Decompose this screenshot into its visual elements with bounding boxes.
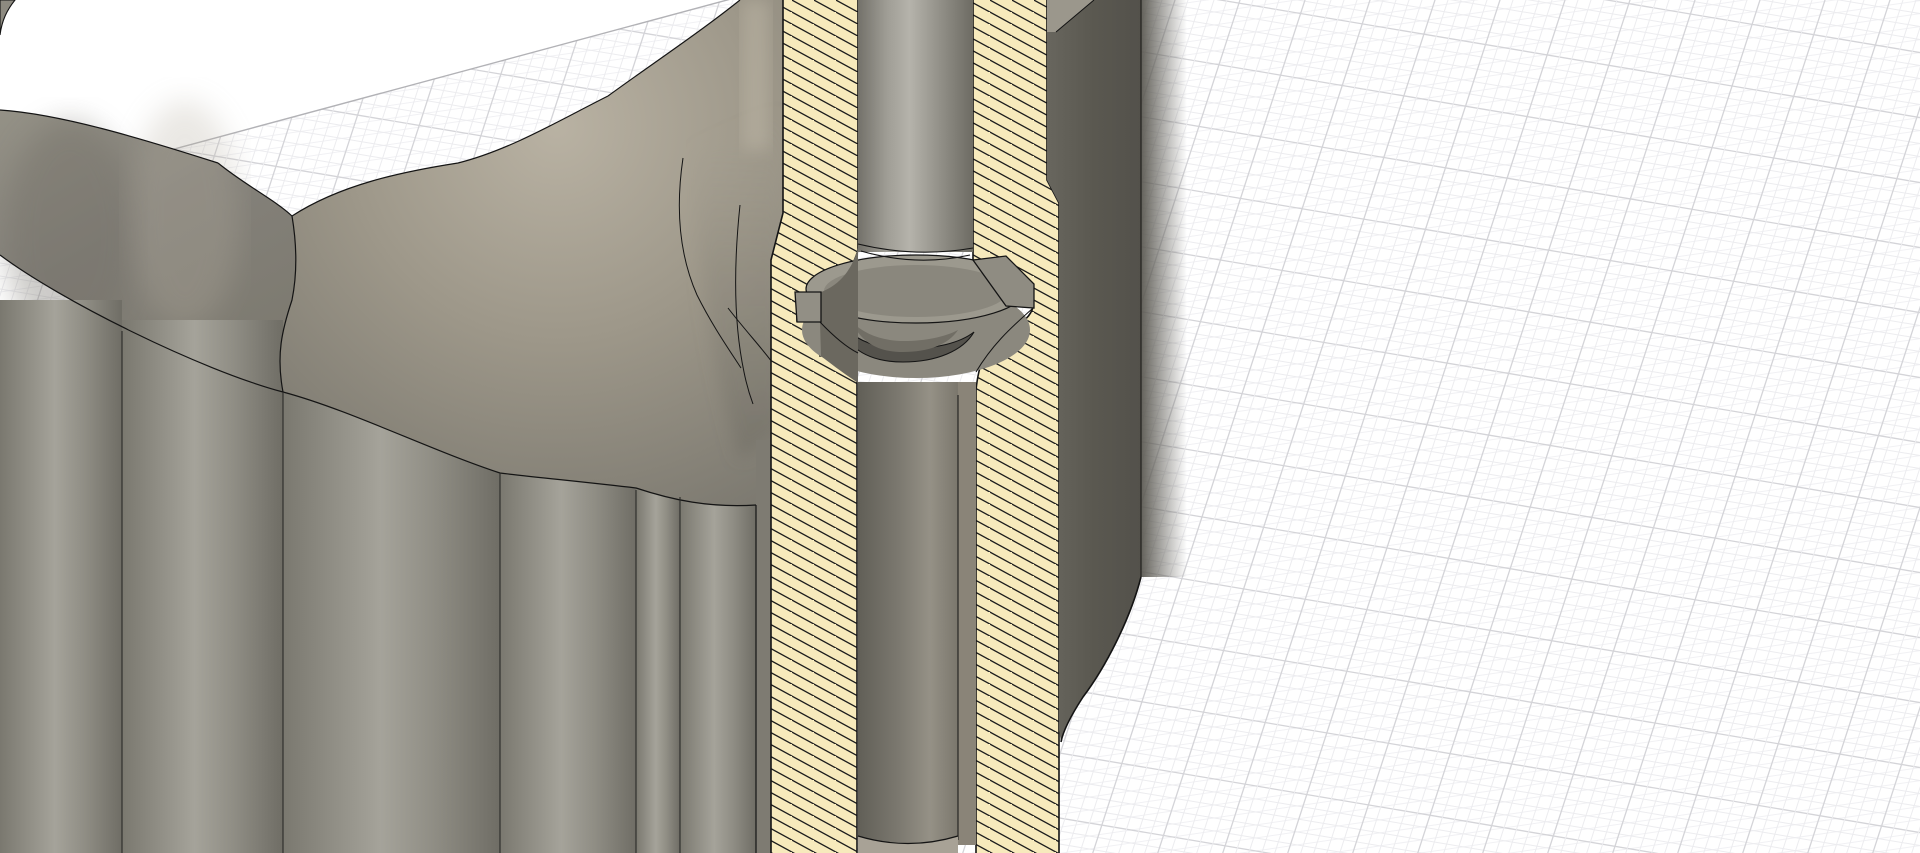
outer-sleeve	[1047, 0, 1141, 742]
sleeve-soft-edge	[1141, 0, 1187, 577]
section-wall-left-hatch	[771, 0, 858, 853]
cad-viewport-canvas[interactable]	[0, 0, 1920, 853]
section-wall-right-hatch	[973, 0, 1059, 853]
knob-top-curl	[0, 0, 16, 36]
shaft	[858, 0, 973, 252]
bore-interior	[858, 382, 958, 845]
cad-application-window	[0, 0, 1920, 853]
collar-tab-left	[794, 291, 822, 323]
neck-highlight	[742, 0, 770, 150]
housing-outer-strip	[756, 440, 771, 853]
bore-inner-strip	[958, 382, 976, 845]
